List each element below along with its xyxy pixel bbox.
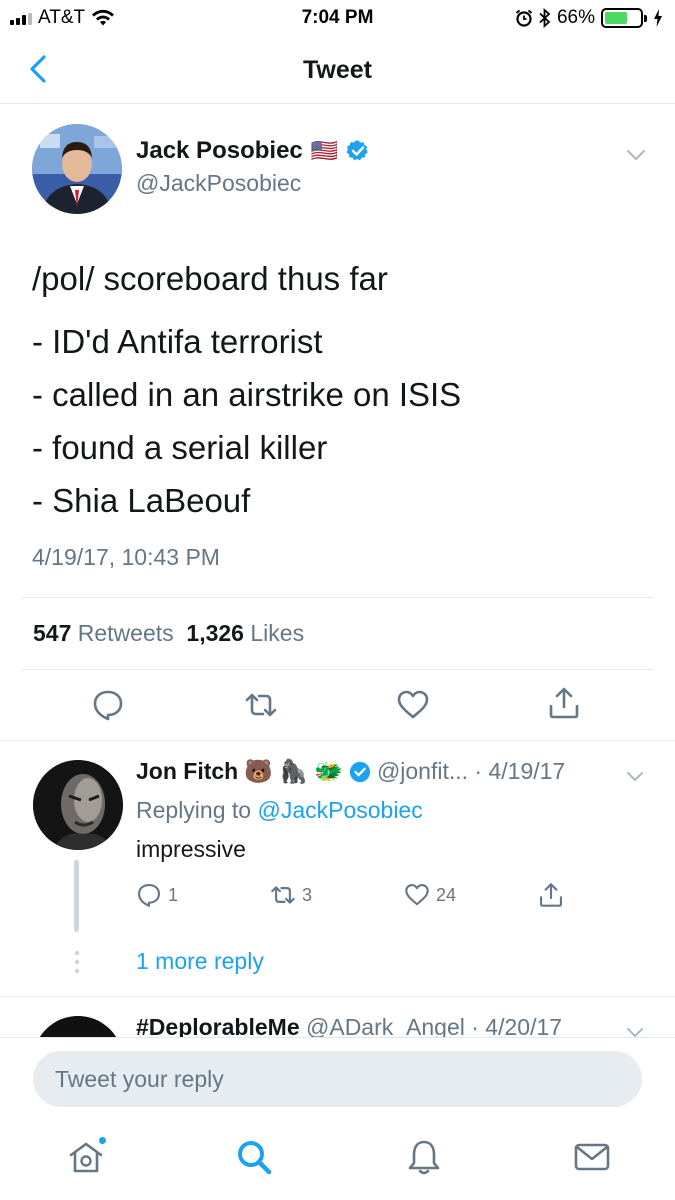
battery-percent: 66% xyxy=(556,7,595,28)
author-handle[interactable]: @JackPosobiec xyxy=(136,170,301,197)
reply-header: #DeplorableMe @ADark_Angel · 4/20/17 xyxy=(136,1014,562,1037)
bluetooth-icon xyxy=(539,8,551,28)
tweet-list-item: - found a serial killer xyxy=(32,429,328,466)
tweet-actions xyxy=(0,684,675,734)
retweets-label[interactable]: Retweets xyxy=(78,620,174,646)
search-icon xyxy=(238,1141,272,1175)
compose-area: Tweet your reply xyxy=(0,1037,675,1121)
reply-retweet-button[interactable]: 3 xyxy=(270,882,312,908)
tweet-text-line: /pol/ scoreboard thus far xyxy=(32,260,388,297)
divider xyxy=(22,669,653,670)
reply-handle-time: @jonfit... · 4/19/17 xyxy=(376,758,566,784)
reply-author-name[interactable]: #DeplorableMe xyxy=(136,1014,300,1037)
reply-icon xyxy=(137,883,161,907)
reply-actions: 1 3 24 xyxy=(136,882,596,912)
tweet-list-item: - ID'd Antifa terrorist xyxy=(32,323,323,360)
likes-label[interactable]: Likes xyxy=(250,620,304,646)
page-title: Tweet xyxy=(303,56,372,84)
notification-dot xyxy=(97,1135,108,1146)
reply-like-count: 24 xyxy=(436,884,457,905)
chevron-down-icon[interactable] xyxy=(625,144,647,166)
thread-dots-icon xyxy=(74,950,80,974)
reply-avatar[interactable] xyxy=(33,1016,123,1037)
thread-line xyxy=(74,860,79,932)
reply-text: impressive xyxy=(136,836,246,862)
tweet-text: /pol/ scoreboard thus far - ID'd Antifa … xyxy=(32,252,461,527)
more-replies-link[interactable]: 1 more reply xyxy=(136,948,264,975)
tweet-list-item: - called in an airstrike on ISIS xyxy=(32,376,462,413)
retweet-count[interactable]: 547 xyxy=(33,620,71,646)
tweet-stats: 547 Retweets 1,326 Likes xyxy=(33,620,304,647)
reply-header: Jon Fitch 🐻 🦍 🐲 @jonfit... · 4/19/17 xyxy=(136,758,565,785)
share-icon[interactable] xyxy=(547,686,581,720)
reply-share-button[interactable] xyxy=(538,882,564,908)
retweet-icon[interactable] xyxy=(244,688,278,722)
reply-reply-count: 1 xyxy=(168,884,179,905)
notifications-icon xyxy=(408,1140,440,1175)
replying-to-link[interactable]: @JackPosobiec xyxy=(257,797,422,823)
reply-compose-input[interactable]: Tweet your reply xyxy=(33,1051,642,1107)
battery-icon xyxy=(601,8,647,28)
reply-retweet-count: 3 xyxy=(302,884,313,905)
heart-icon[interactable] xyxy=(396,688,430,722)
verified-badge-icon xyxy=(349,761,371,782)
reply-icon[interactable] xyxy=(91,688,125,722)
reply-author-name[interactable]: Jon Fitch xyxy=(136,758,238,785)
share-icon xyxy=(539,883,563,907)
replying-to: Replying to @JackPosobiec xyxy=(136,797,423,824)
heart-icon xyxy=(405,883,429,906)
reply-tweet[interactable]: #DeplorableMe @ADark_Angel · 4/20/17 xyxy=(0,997,675,1037)
tweet-list-item: - Shia LaBeouf xyxy=(32,482,251,519)
verified-badge-icon xyxy=(346,140,368,161)
tweet-timestamp: 4/19/17, 10:43 PM xyxy=(32,544,220,570)
replying-prefix: Replying to xyxy=(136,797,252,823)
author-name[interactable]: Jack Posobiec 🇺🇸 xyxy=(136,137,370,165)
divider xyxy=(22,597,653,598)
reply-avatar[interactable] xyxy=(33,760,123,850)
like-count[interactable]: 1,326 xyxy=(186,620,244,646)
tab-search[interactable] xyxy=(234,1137,274,1177)
reply-author-emojis: 🐻 🦍 🐲 xyxy=(244,758,343,784)
reply-handle-time: @ADark_Angel · 4/20/17 xyxy=(306,1014,563,1037)
nav-bar: Tweet xyxy=(0,36,675,104)
status-bar: AT&T 7:04 PM 66% xyxy=(0,0,675,36)
tab-notifications[interactable] xyxy=(404,1137,444,1177)
messages-icon xyxy=(574,1143,610,1171)
chevron-down-icon[interactable] xyxy=(625,1022,645,1037)
us-flag-icon: 🇺🇸 xyxy=(310,138,339,163)
tab-bar xyxy=(0,1121,675,1200)
tab-messages[interactable] xyxy=(572,1137,612,1177)
reply-reply-button[interactable]: 1 xyxy=(136,882,178,908)
author-name-text: Jack Posobiec xyxy=(136,137,303,164)
charging-icon xyxy=(654,9,662,27)
retweet-icon xyxy=(271,886,295,904)
author-avatar[interactable] xyxy=(32,124,122,214)
chevron-down-icon[interactable] xyxy=(625,766,645,786)
alarm-icon xyxy=(515,9,533,27)
reply-like-button[interactable]: 24 xyxy=(404,882,456,908)
tab-home[interactable] xyxy=(66,1135,108,1177)
reply-tweet[interactable]: Jon Fitch 🐻 🦍 🐲 @jonfit... · 4/19/17 Rep… xyxy=(0,740,675,996)
